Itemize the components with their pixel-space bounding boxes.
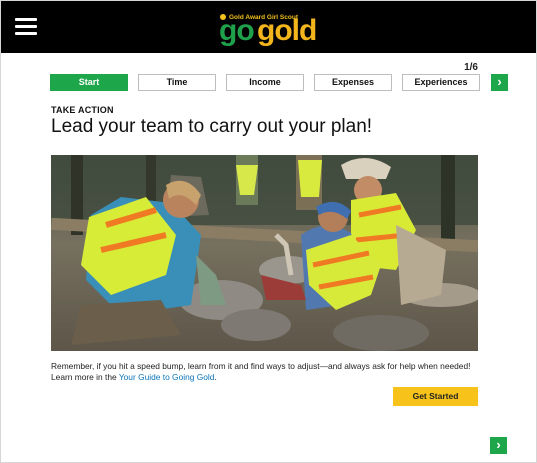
bottom-next-button[interactable]: ›: [490, 437, 507, 454]
tab-start[interactable]: Start: [50, 74, 128, 91]
tab-expenses[interactable]: Expenses: [314, 74, 392, 91]
tab-income[interactable]: Income: [226, 74, 304, 91]
hamburger-menu-icon[interactable]: [13, 13, 39, 39]
hero-photo: [51, 155, 478, 351]
trail-crew-photo-illustration: [51, 155, 478, 351]
chevron-right-icon: ›: [497, 74, 502, 89]
logo-go-text: go: [219, 14, 255, 47]
tab-experiences[interactable]: Experiences: [402, 74, 480, 91]
logo-gold-text: gold: [257, 14, 317, 47]
tab-time[interactable]: Time: [138, 74, 216, 91]
get-started-button[interactable]: Get Started: [393, 387, 478, 406]
top-navigation-bar: Gold Award Girl Scout go gold: [1, 1, 536, 53]
page-counter: 1/6: [464, 62, 478, 73]
chevron-right-icon: ›: [496, 437, 501, 452]
tabs-next-button[interactable]: ›: [491, 74, 508, 91]
page-headline: Lead your team to carry out your plan!: [51, 116, 373, 137]
guide-link[interactable]: Your Guide to Going Gold: [119, 372, 215, 382]
page-frame: Gold Award Girl Scout go gold 1/6 Start …: [0, 0, 537, 463]
gogold-logo[interactable]: Gold Award Girl Scout go gold: [215, 8, 325, 48]
body-paragraph: Remember, if you hit a speed bump, learn…: [51, 361, 471, 382]
section-kicker: TAKE ACTION: [51, 105, 114, 115]
